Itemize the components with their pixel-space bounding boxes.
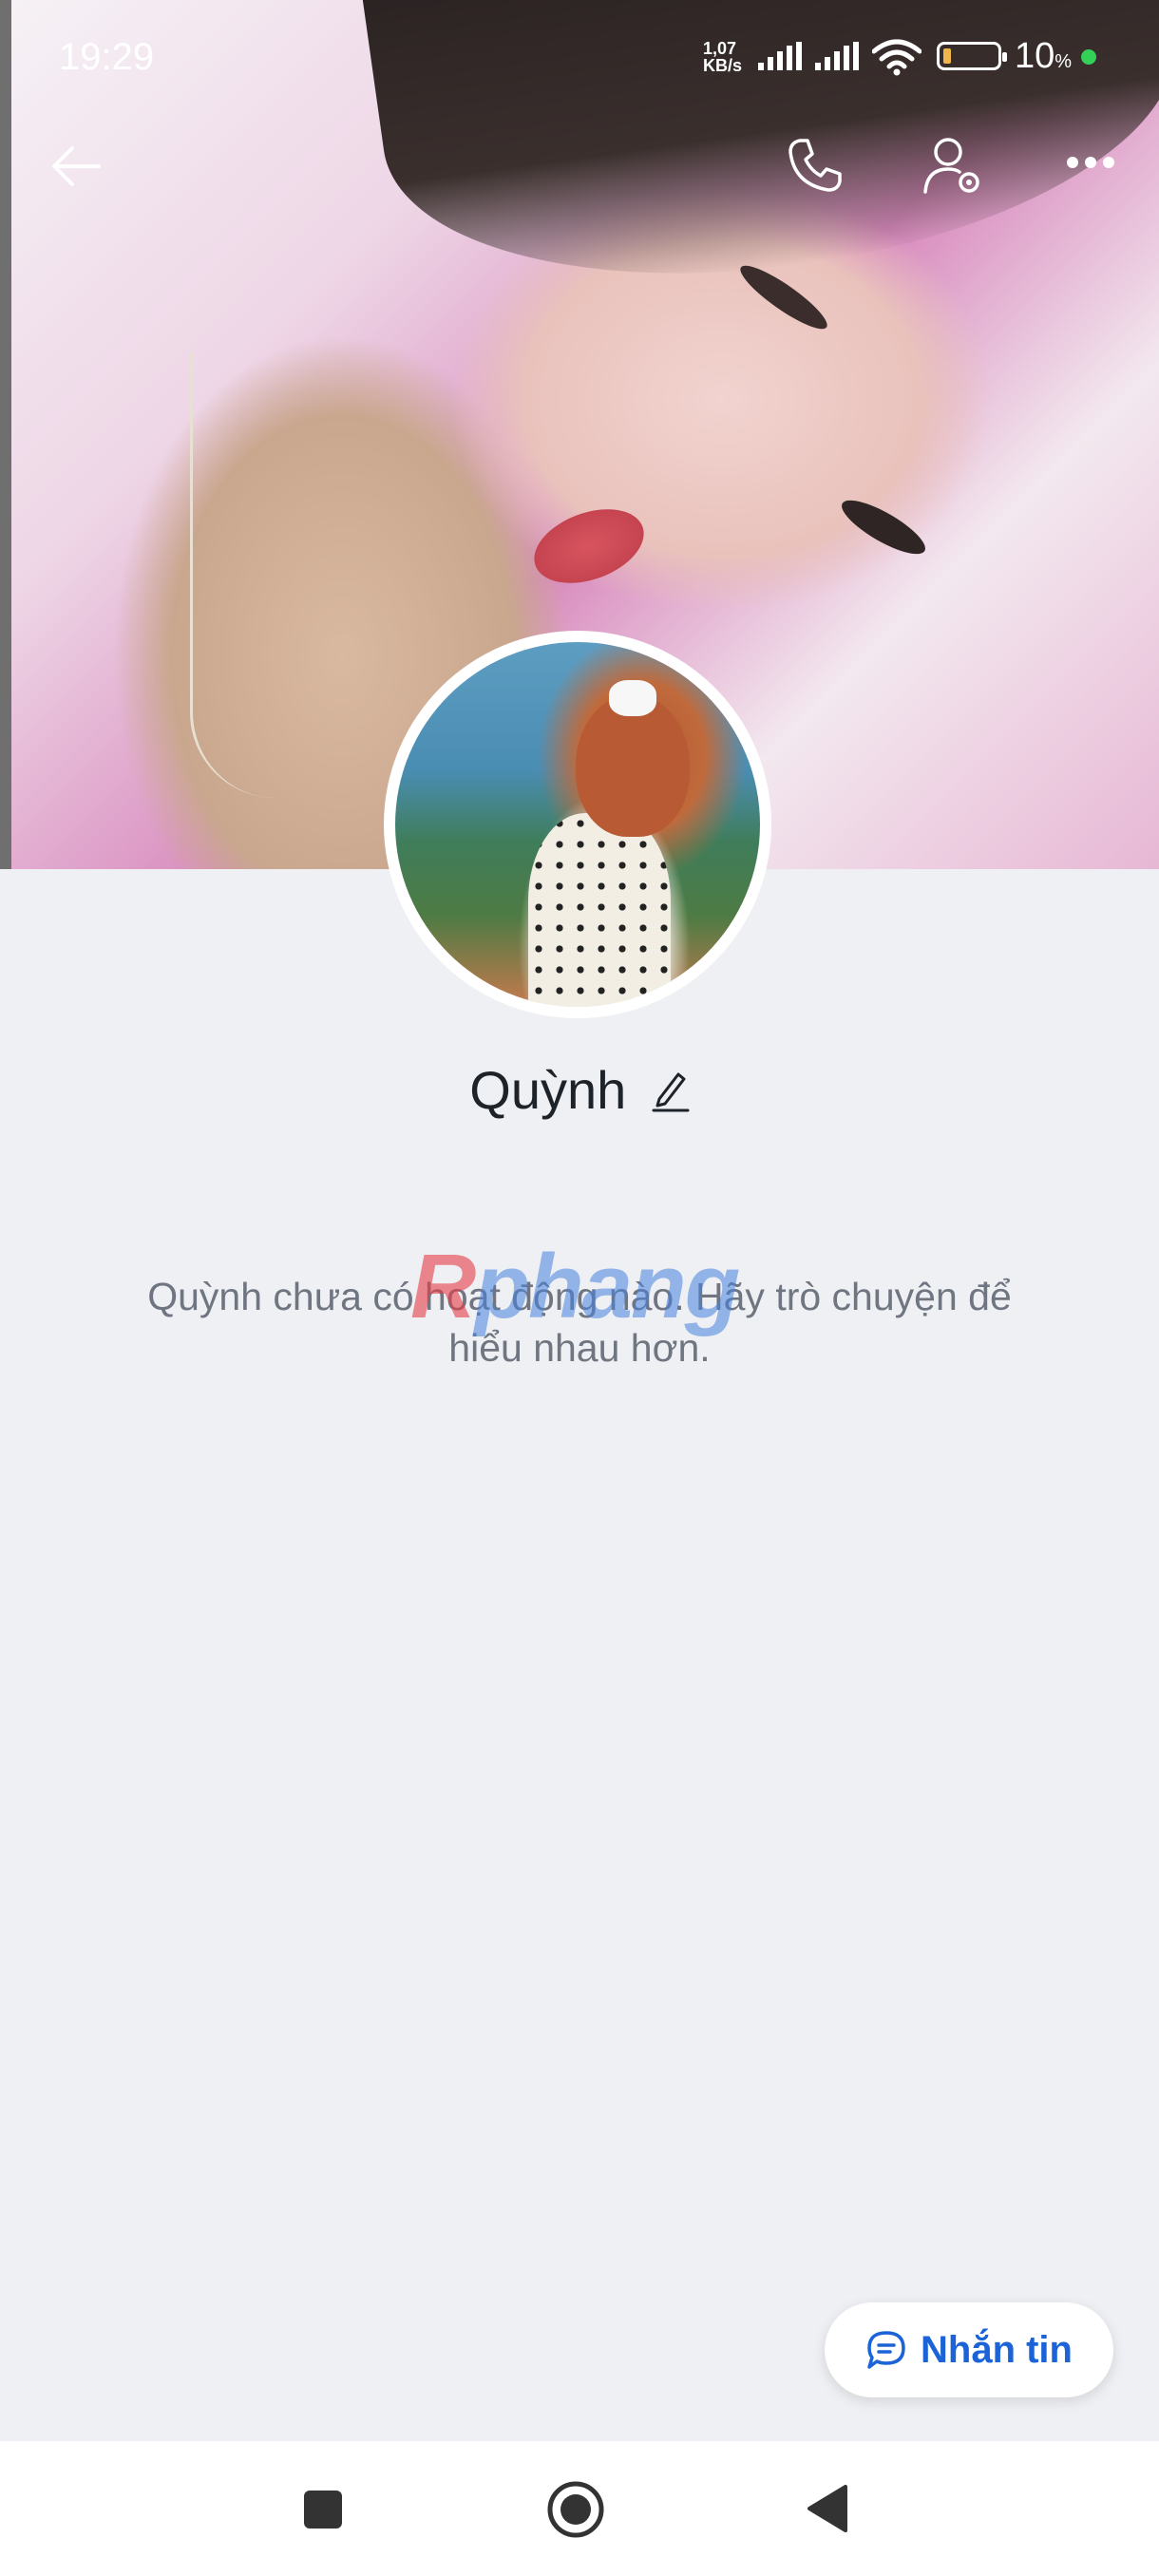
network-speed: 1,07 KB/s xyxy=(703,40,742,74)
message-button-label: Nhắn tin xyxy=(921,2328,1073,2371)
wifi-icon xyxy=(872,39,922,76)
pencil-icon[interactable] xyxy=(652,1069,690,1112)
cover-eye xyxy=(733,256,834,338)
phone-icon[interactable] xyxy=(785,135,846,196)
profile-name-row: Quỳnh xyxy=(0,1059,1159,1121)
cover-eye xyxy=(835,491,932,563)
triangle-back-icon[interactable] xyxy=(806,2483,849,2534)
avatar-hair-bow xyxy=(609,680,656,716)
avatar-dress xyxy=(528,813,671,1007)
message-button[interactable]: Nhắn tin xyxy=(825,2302,1113,2397)
cover-edge xyxy=(0,0,11,869)
avatar-photo xyxy=(395,642,760,1007)
avatar[interactable] xyxy=(384,631,771,1018)
navigation-bar xyxy=(0,2441,1159,2576)
chat-bubble-icon xyxy=(867,2331,905,2369)
profile-name: Quỳnh xyxy=(469,1060,627,1120)
arrow-left-icon[interactable] xyxy=(49,142,103,190)
watermark-logo: Rphang xyxy=(410,1236,740,1337)
charging-dot xyxy=(1081,49,1096,65)
cover-necklace xyxy=(190,351,297,798)
battery-icon xyxy=(937,42,1007,70)
signal-icon xyxy=(815,42,859,70)
battery-percent: 10% xyxy=(1015,36,1073,76)
more-horizontal-icon[interactable] xyxy=(1066,156,1115,169)
network-speed-value: 1,07 xyxy=(703,39,737,58)
status-time: 19:29 xyxy=(59,36,155,78)
signal-icon xyxy=(758,42,802,70)
cover-lips xyxy=(523,495,655,597)
user-gear-icon[interactable] xyxy=(922,133,988,199)
status-bar: 19:29 1,07 KB/s 10% xyxy=(0,0,1159,114)
circle-icon[interactable] xyxy=(545,2479,606,2540)
network-speed-unit: KB/s xyxy=(703,56,743,75)
square-icon[interactable] xyxy=(302,2489,344,2530)
